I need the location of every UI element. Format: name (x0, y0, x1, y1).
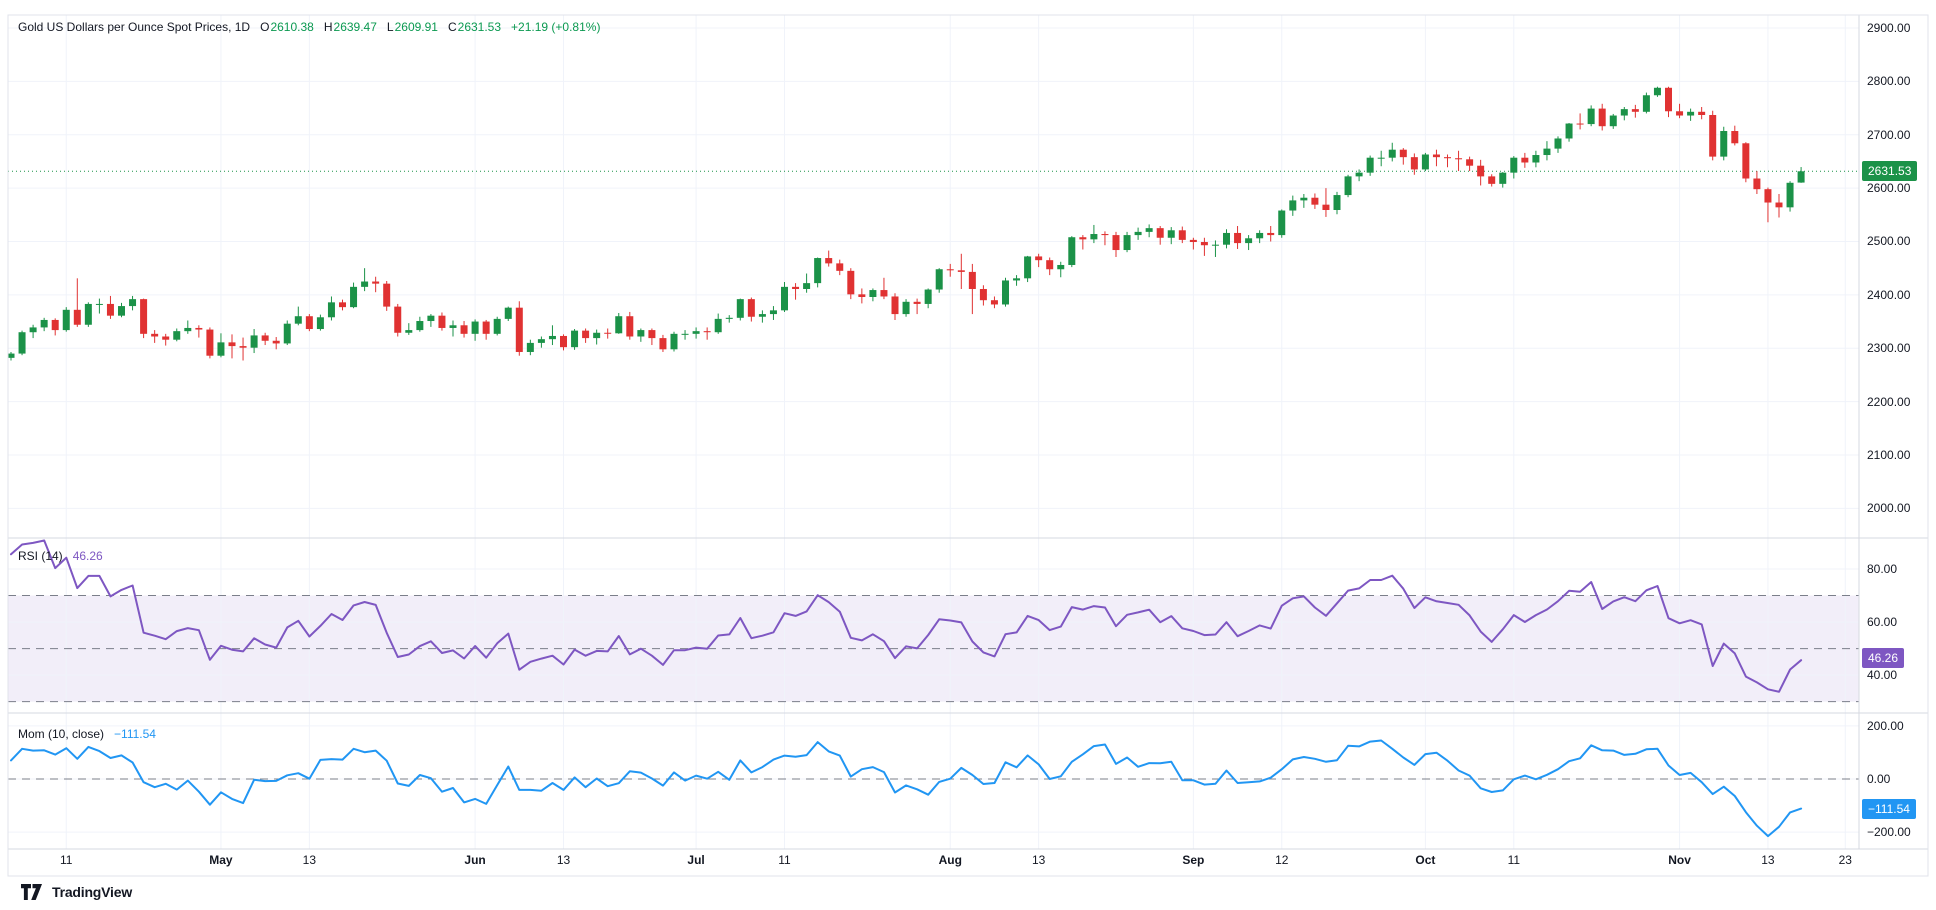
tradingview-attribution[interactable]: TradingView (21, 884, 132, 900)
chart-page: 2900.002800.002700.002600.002500.002400.… (0, 0, 1936, 910)
ohlc-low-value: 2609.91 (395, 20, 438, 34)
tradingview-wordmark: TradingView (52, 884, 132, 900)
ohlc-open-value: 2610.38 (270, 20, 313, 34)
rsi-legend[interactable]: RSI (14) 46.26 (18, 548, 103, 564)
symbol-title[interactable]: Gold US Dollars per Ounce Spot Prices, 1… (18, 20, 250, 34)
chart-canvas[interactable] (0, 0, 1936, 910)
ohlc-high-label: H (324, 20, 333, 34)
rsi-label[interactable]: RSI (14) (18, 549, 63, 563)
symbol-legend[interactable]: Gold US Dollars per Ounce Spot Prices, 1… (18, 19, 600, 35)
ohlc-high-value: 2639.47 (334, 20, 377, 34)
ohlc-low-label: L (387, 20, 394, 34)
rsi-value: 46.26 (73, 549, 103, 563)
rsi-value-label: 46.26 (1862, 648, 1904, 668)
ohlc-open-label: O (260, 20, 269, 34)
ohlc-close-label: C (448, 20, 457, 34)
last-price-label: 2631.53 (1862, 161, 1917, 181)
tradingview-logo-icon (21, 884, 45, 900)
momentum-label[interactable]: Mom (10, close) (18, 727, 104, 741)
momentum-legend[interactable]: Mom (10, close) −111.54 (18, 726, 156, 742)
ohlc-close-value: 2631.53 (458, 20, 501, 34)
price-change: +21.19 (+0.81%) (511, 20, 600, 34)
momentum-value: −111.54 (114, 727, 156, 741)
momentum-value-label: −111.54 (1862, 799, 1916, 819)
